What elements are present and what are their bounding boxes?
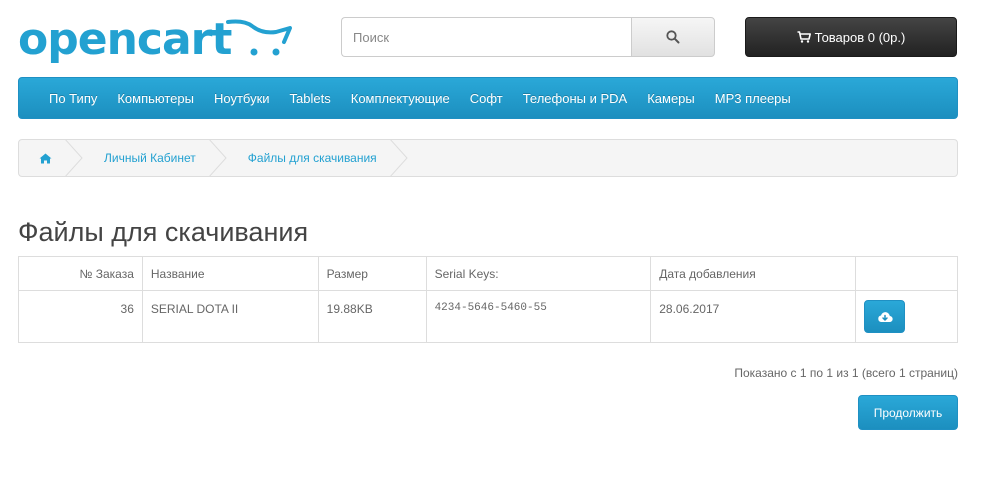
- col-header-size: Размер: [317, 256, 427, 291]
- continue-button[interactable]: Продолжить: [858, 395, 958, 430]
- cart-label: Товаров 0 (0р.): [814, 29, 906, 45]
- menu-item-cameras[interactable]: Камеры: [647, 91, 695, 106]
- page-title: Файлы для скачивания: [18, 217, 309, 247]
- cell-serial: 4234-5646-5460-55: [425, 290, 652, 343]
- cell-size: 19.88KB: [317, 290, 427, 343]
- cloud-download-icon: [877, 311, 893, 322]
- breadcrumb-separator: [388, 140, 408, 176]
- shopping-cart-icon: [797, 31, 811, 43]
- col-header-order: № Заказа: [18, 256, 143, 291]
- search-button[interactable]: [631, 17, 715, 57]
- pagination-text: Показано с 1 по 1 из 1 (всего 1 страниц): [734, 366, 958, 380]
- breadcrumb-downloads-label: Файлы для скачивания: [247, 151, 377, 165]
- col-header-serial: Serial Keys:: [425, 256, 652, 291]
- menu-item-phones[interactable]: Телефоны и PDA: [523, 91, 628, 106]
- search-icon: [666, 30, 680, 44]
- col-header-date: Дата добавления: [650, 256, 857, 291]
- cell-order: 36: [18, 290, 143, 343]
- col-header-name: Название: [141, 256, 319, 291]
- search-bar: [341, 17, 715, 57]
- downloads-table: № Заказа Название Размер Serial Keys: Да…: [18, 256, 958, 343]
- col-header-action: [855, 256, 958, 291]
- cart-button[interactable]: Товаров 0 (0р.): [745, 17, 957, 57]
- cell-action: [855, 290, 958, 343]
- breadcrumb-account-label: Личный Кабинет: [104, 151, 196, 165]
- download-button[interactable]: [864, 300, 906, 333]
- breadcrumb-home[interactable]: [19, 140, 83, 176]
- menu-item-tablets[interactable]: Tablets: [290, 91, 331, 106]
- opencart-logo[interactable]: opencart: [18, 14, 292, 68]
- home-icon: [39, 153, 52, 163]
- table-row: 36 SERIAL DOTA II 19.88KB 4234-5646-5460…: [18, 290, 958, 343]
- menu-item-mp3[interactable]: MP3 плееры: [715, 91, 791, 106]
- breadcrumb-account[interactable]: Личный Кабинет: [72, 140, 227, 176]
- menu-item-components[interactable]: Комплектующие: [351, 91, 450, 106]
- cell-date: 28.06.2017: [650, 290, 857, 343]
- menu-item-type[interactable]: По Типу: [49, 91, 97, 106]
- menu-item-software[interactable]: Софт: [470, 91, 503, 106]
- breadcrumb: Личный Кабинет Файлы для скачивания: [18, 139, 958, 177]
- menu-item-laptops[interactable]: Ноутбуки: [214, 91, 270, 106]
- search-input[interactable]: [341, 17, 631, 57]
- table-header-row: № Заказа Название Размер Serial Keys: Да…: [18, 256, 958, 291]
- main-menu: По Типу Компьютеры Ноутбуки Tablets Комп…: [18, 77, 958, 119]
- logo-cart-icon: [226, 19, 292, 56]
- breadcrumb-downloads[interactable]: Файлы для скачивания: [216, 140, 408, 176]
- cell-name: SERIAL DOTA II: [141, 290, 319, 343]
- logo-text: opencart: [18, 14, 232, 65]
- menu-item-computers[interactable]: Компьютеры: [117, 91, 194, 106]
